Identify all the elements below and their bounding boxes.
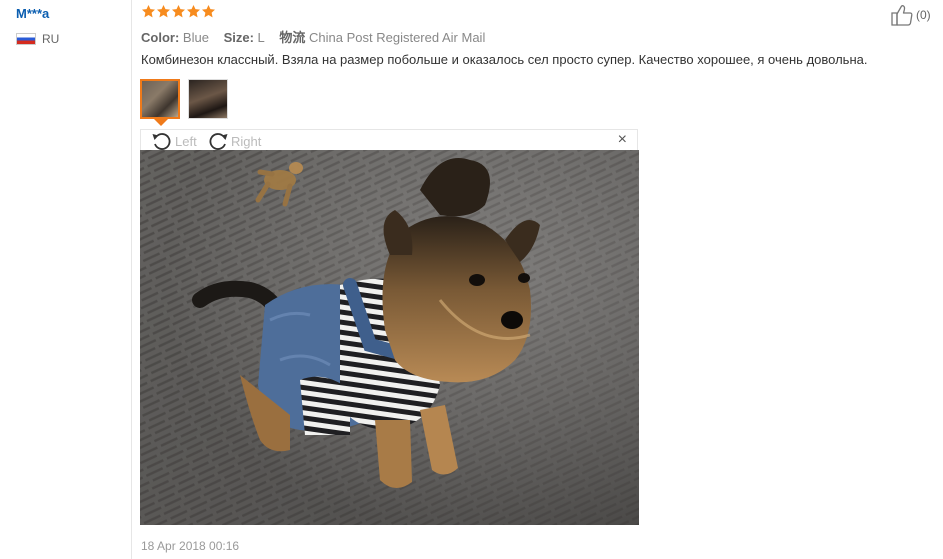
star-icon xyxy=(202,4,215,18)
helpful-count: (0) xyxy=(916,8,931,22)
reviewer-country: RU xyxy=(16,32,59,46)
review-text: Комбинезон классный. Взяла на размер поб… xyxy=(141,52,868,67)
photo-viewer-toolbar: Left Right × xyxy=(140,129,638,150)
review-photo-thumbnail-1[interactable] xyxy=(140,79,180,119)
russia-flag-icon xyxy=(16,33,36,45)
thumbs-up-icon xyxy=(891,5,913,26)
review-photo-large xyxy=(140,150,639,525)
star-icon xyxy=(187,4,200,18)
rotate-right-label: Right xyxy=(231,133,262,149)
close-viewer-button[interactable]: × xyxy=(618,132,627,148)
color-value: Blue xyxy=(182,30,209,45)
dog-photo xyxy=(140,150,639,525)
shipping-label: 物流 xyxy=(279,30,306,45)
star-icon xyxy=(142,4,155,18)
size-label: Size: xyxy=(223,30,254,45)
rotate-left-label: Left xyxy=(175,133,197,149)
star-icon xyxy=(172,4,185,18)
rotate-left-icon xyxy=(152,133,171,150)
star-icon xyxy=(157,4,170,18)
rotate-right-icon xyxy=(209,133,228,150)
helpful-button[interactable]: (0) xyxy=(890,4,931,26)
color-label: Color: xyxy=(141,30,180,45)
order-info: Color: Blue Size: L 物流 China Post Regist… xyxy=(141,27,496,46)
rotate-right-button[interactable]: Right xyxy=(207,131,261,151)
review-photo-thumbnail-2[interactable] xyxy=(188,79,228,119)
review-date: 18 Apr 2018 00:16 xyxy=(141,539,240,553)
country-code: RU xyxy=(42,32,60,46)
rotate-left-button[interactable]: Left xyxy=(151,131,197,151)
reviewer-column: M***a RU xyxy=(0,0,132,559)
size-value: L xyxy=(257,30,265,45)
star-rating xyxy=(141,4,216,19)
reviewer-name: M***a xyxy=(16,6,50,21)
shipping-value: China Post Registered Air Mail xyxy=(309,30,486,45)
selected-thumbnail-pointer xyxy=(154,119,168,126)
